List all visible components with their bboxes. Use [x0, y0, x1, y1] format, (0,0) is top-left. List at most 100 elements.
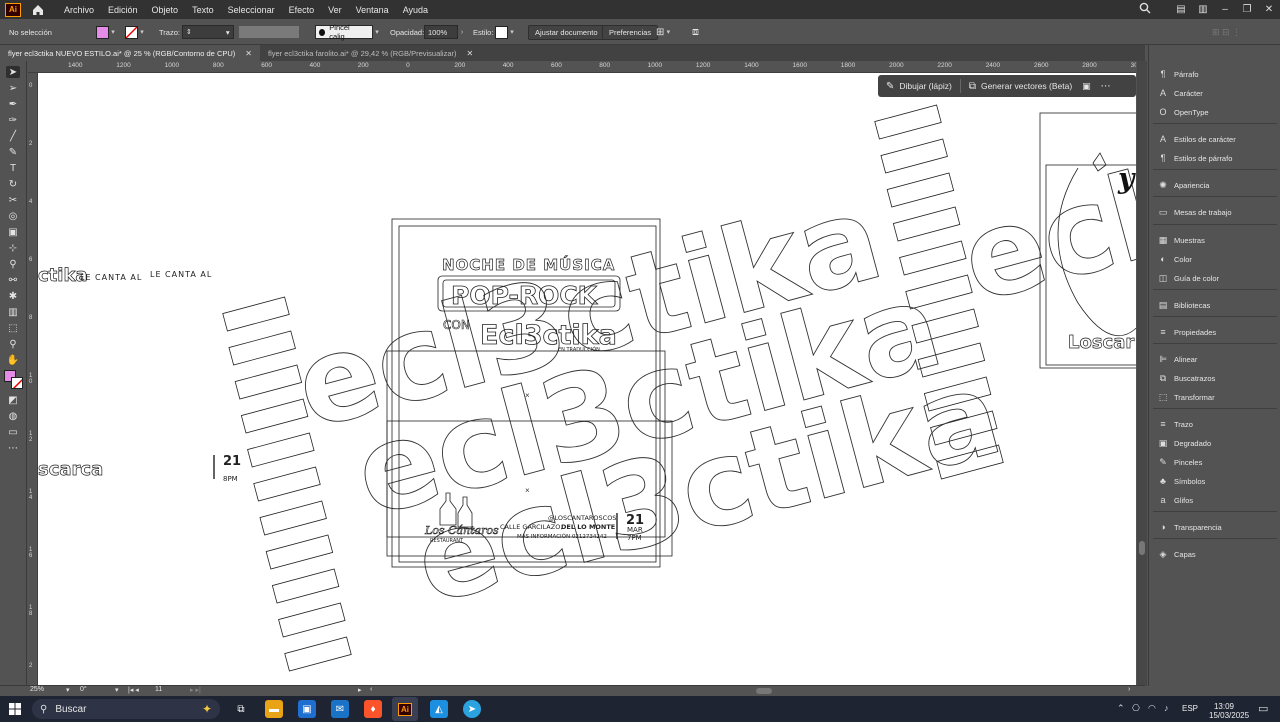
network-icon[interactable]: ⎔: [1132, 703, 1140, 714]
horizontal-scroll-thumb[interactable]: [756, 688, 772, 694]
opacity-field[interactable]: 100%: [424, 25, 458, 39]
close-icon[interactable]: ✕: [1258, 4, 1280, 15]
vertical-scrollbar[interactable]: [1137, 61, 1147, 686]
store-icon[interactable]: ▣: [298, 700, 316, 718]
more-options-icon[interactable]: ⋯: [1101, 81, 1111, 92]
artboard-nav-icon[interactable]: |◂ ◂: [128, 686, 139, 694]
isolate-icon[interactable]: ⧈: [692, 26, 699, 39]
wifi-icon[interactable]: ◠: [1148, 703, 1156, 714]
arrange-documents-icon[interactable]: ▥: [1192, 4, 1214, 15]
panel-item-muestras[interactable]: ▦ Muestras: [1157, 233, 1205, 247]
rotate-tool-icon[interactable]: ↻: [6, 178, 20, 190]
drawing-mode-icon[interactable]: ◍: [6, 410, 20, 422]
status-menu-icon[interactable]: ▸: [358, 686, 362, 694]
panel-item-transparencia[interactable]: ◑ Transparencia: [1157, 520, 1221, 534]
preferences-button[interactable]: Preferencias: [602, 24, 659, 40]
panel-item-propiedades[interactable]: ≡ Propiedades: [1157, 325, 1216, 339]
photos-icon[interactable]: ◭: [430, 700, 448, 718]
menu-objeto[interactable]: Objeto: [145, 5, 186, 15]
brush-definition-field[interactable]: Pincel calig...: [315, 23, 373, 41]
chevron-down-icon[interactable]: ▾: [66, 686, 70, 694]
chevron-down-icon[interactable]: ▾: [664, 28, 672, 36]
panel-item-símbolos[interactable]: ♣ Símbolos: [1157, 474, 1205, 488]
panel-options-icon[interactable]: ⊞ ⊟ ⋮: [1212, 27, 1241, 38]
close-tab-icon[interactable]: ✕: [467, 49, 474, 58]
workspace-switcher-icon[interactable]: ▤: [1170, 4, 1192, 15]
brave-browser-icon[interactable]: ♦: [364, 700, 382, 718]
menu-ayuda[interactable]: Ayuda: [396, 5, 435, 15]
telegram-icon[interactable]: ➤: [463, 700, 481, 718]
panel-item-color[interactable]: ◐ Color: [1157, 252, 1192, 266]
artboard-number[interactable]: 11: [155, 686, 162, 693]
menu-archivo[interactable]: Archivo: [57, 5, 101, 15]
home-icon[interactable]: [31, 3, 45, 17]
stroke-color-swatch[interactable]: [125, 25, 138, 39]
curvature-tool-icon[interactable]: ✑: [6, 114, 20, 126]
menu-seleccionar[interactable]: Seleccionar: [221, 5, 282, 15]
stroke-weight-field[interactable]: ⇕ ▾: [182, 25, 234, 39]
scroll-right-icon[interactable]: ›: [1128, 686, 1130, 693]
menu-edicion[interactable]: Edición: [101, 5, 145, 15]
menu-ver[interactable]: Ver: [321, 5, 349, 15]
color-mode-icon[interactable]: ◩: [6, 394, 20, 406]
pen-tool-icon[interactable]: ✒: [6, 98, 20, 110]
shape-builder-tool-icon[interactable]: ◎: [6, 210, 20, 222]
chevron-down-icon[interactable]: ▾: [373, 28, 381, 36]
chevron-down-icon[interactable]: ▾: [508, 28, 516, 36]
panel-item-alinear[interactable]: ⊫ Alinear: [1157, 352, 1197, 366]
search-icon[interactable]: [1134, 2, 1156, 17]
artboard-nav-next-icon[interactable]: ▸ ▸|: [190, 686, 201, 694]
tab-flyer-farolito[interactable]: flyer ecl3ctika farolito.ai* @ 29,42 % (…: [260, 45, 481, 61]
draw-pencil-button[interactable]: ✎ Dibujar (lápiz): [886, 81, 952, 92]
screen-mode-icon[interactable]: ▭: [6, 426, 20, 438]
more-tools-icon[interactable]: ⋯: [6, 442, 20, 454]
artwork-outline[interactable]: .ol { fill: none; stroke: #222; stroke-w…: [38, 73, 1136, 685]
graph-tool-icon[interactable]: ▥: [6, 306, 20, 318]
chevron-right-icon[interactable]: ›: [458, 29, 466, 36]
panel-item-párrafo[interactable]: ¶ Párrafo: [1157, 67, 1199, 81]
selection-tool-icon[interactable]: ➤: [6, 66, 20, 78]
scroll-left-icon[interactable]: ‹: [370, 686, 372, 693]
line-tool-icon[interactable]: ╱: [6, 130, 20, 142]
volume-icon[interactable]: ♪: [1164, 703, 1169, 713]
panel-item-estilos-de-carácter[interactable]: A Estilos de carácter: [1157, 132, 1236, 146]
fill-color-swatch[interactable]: [96, 25, 109, 39]
notifications-icon[interactable]: ▭: [1258, 702, 1268, 715]
panel-item-transformar[interactable]: ⬚ Transformar: [1157, 390, 1215, 404]
fit-document-button[interactable]: Ajustar documento: [528, 24, 605, 40]
chevron-down-icon[interactable]: ▾: [115, 686, 119, 694]
menu-ventana[interactable]: Ventana: [349, 5, 396, 15]
windows-start-icon[interactable]: [6, 700, 24, 718]
type-tool-icon[interactable]: T: [6, 162, 20, 174]
scissors-tool-icon[interactable]: ✂: [6, 194, 20, 206]
chevron-down-icon[interactable]: ▾: [138, 28, 146, 36]
blend-tool-icon[interactable]: ⚯: [6, 274, 20, 286]
clock[interactable]: 13:09 15/03/2025: [1209, 702, 1249, 720]
taskbar-search-box[interactable]: ⚲ Buscar ✦: [32, 699, 220, 719]
zoom-level[interactable]: 25%: [30, 686, 44, 693]
mail-icon[interactable]: ✉: [331, 700, 349, 718]
panel-item-carácter[interactable]: A Carácter: [1157, 86, 1203, 100]
panel-item-trazo[interactable]: ≡ Trazo: [1157, 417, 1193, 431]
chevron-down-icon[interactable]: ▾: [109, 28, 117, 36]
eyedropper-tool-icon[interactable]: ⚲: [6, 258, 20, 270]
arrange-icon[interactable]: ⊞: [656, 27, 664, 38]
panel-item-bibliotecas[interactable]: ▤ Bibliotecas: [1157, 298, 1211, 312]
panel-item-opentype[interactable]: O OpenType: [1157, 105, 1208, 119]
fill-stroke-swatches[interactable]: [4, 370, 24, 390]
system-tray-chevron-icon[interactable]: ⌃: [1117, 703, 1125, 714]
menu-texto[interactable]: Texto: [185, 5, 221, 15]
hand-tool-icon[interactable]: ✋: [6, 354, 20, 366]
panel-item-glifos[interactable]: a Glifos: [1157, 493, 1193, 507]
file-explorer-icon[interactable]: ▬: [265, 700, 283, 718]
properties-icon[interactable]: ▣: [1082, 81, 1091, 92]
zoom-tool-icon[interactable]: ⚲: [6, 338, 20, 350]
scroll-thumb[interactable]: [1139, 541, 1145, 555]
panel-item-buscatrazos[interactable]: ⧉ Buscatrazos: [1157, 371, 1216, 385]
symbol-sprayer-tool-icon[interactable]: ✱: [6, 290, 20, 302]
restore-icon[interactable]: ❐: [1236, 4, 1258, 15]
menu-efecto[interactable]: Efecto: [282, 5, 322, 15]
illustrator-taskbar-icon[interactable]: Ai: [392, 697, 418, 721]
tab-flyer-nuevo-estilo[interactable]: flyer ecl3ctika NUEVO ESTILO.ai* @ 25 % …: [0, 45, 260, 61]
panel-item-capas[interactable]: ◈ Capas: [1157, 547, 1196, 561]
